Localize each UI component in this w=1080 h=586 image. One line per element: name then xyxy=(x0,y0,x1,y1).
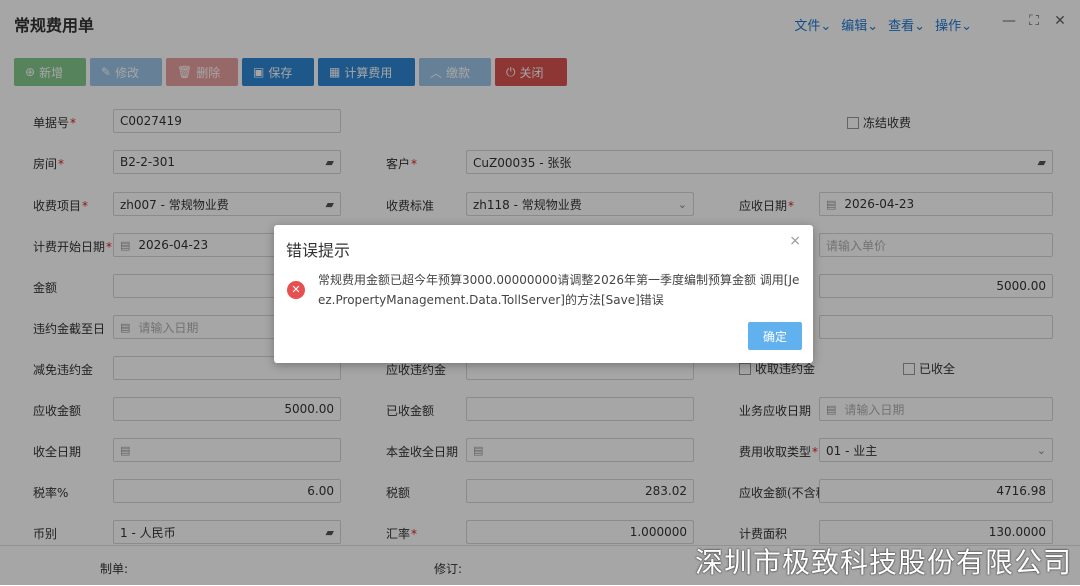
error-dialog: 错误提示 × ✕ 常规费用金额已超今年预算3000.00000000请调整202… xyxy=(274,225,813,363)
company-watermark: 深圳市极致科技股份有限公司 xyxy=(694,546,1072,579)
ok-button[interactable]: 确定 xyxy=(748,322,802,350)
error-icon: ✕ xyxy=(287,281,305,299)
close-icon[interactable]: × xyxy=(789,233,801,249)
dialog-title: 错误提示 xyxy=(286,241,351,260)
dialog-message: 常规费用金额已超今年预算3000.00000000请调整2026年第一季度编制预… xyxy=(318,273,800,307)
